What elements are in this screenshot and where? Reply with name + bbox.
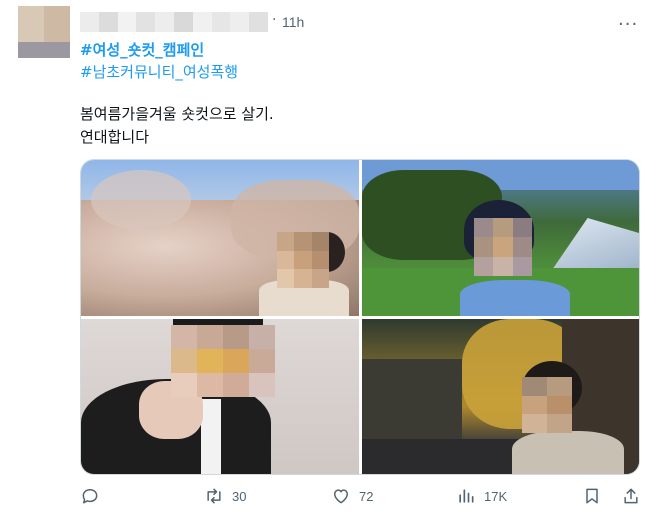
retweet-button[interactable]: 30 <box>204 486 246 506</box>
views-count: 17K <box>484 488 508 504</box>
hashtag-link[interactable]: #여성_숏컷_캠페인 <box>80 39 204 60</box>
retweet-icon <box>207 488 221 504</box>
share-icon <box>624 488 638 504</box>
media-grid <box>80 159 640 475</box>
retweet-count: 30 <box>232 488 247 504</box>
like-count: 72 <box>359 488 374 504</box>
bookmark-icon <box>586 488 598 504</box>
tweet-timestamp[interactable]: 11h <box>282 14 304 30</box>
photo-cherry-blossom[interactable] <box>81 160 359 316</box>
views-icon <box>459 489 474 503</box>
heart-icon <box>334 489 348 504</box>
tweet-text-line: 연대합니다 <box>80 128 150 146</box>
hashtag-link[interactable]: #남초커뮤니티_여성폭행 <box>80 61 238 82</box>
meta-separator: · <box>272 12 277 28</box>
share-button[interactable] <box>621 486 641 506</box>
face-pixelation <box>522 377 572 433</box>
tweet-actions: 30 72 17K <box>0 486 658 514</box>
photo-indoor[interactable] <box>81 319 359 474</box>
photo-autumn-street[interactable] <box>362 319 639 474</box>
tweet-text-line: 봄여름가을겨울 숏컷으로 살기. <box>80 105 274 123</box>
face-pixelation <box>171 325 275 397</box>
bookmark-button[interactable] <box>582 486 602 506</box>
more-options-icon[interactable]: ··· <box>618 14 638 35</box>
photo-park[interactable] <box>362 160 639 316</box>
reply-icon <box>82 489 98 504</box>
author-name-blurred[interactable] <box>80 12 268 32</box>
tweet-text: 봄여름가을겨울 숏컷으로 살기. 연대합니다 <box>80 103 274 149</box>
face-pixelation <box>474 218 532 276</box>
avatar[interactable] <box>18 6 70 58</box>
views-button[interactable]: 17K <box>456 486 507 506</box>
face-pixelation <box>277 232 329 288</box>
like-button[interactable]: 72 <box>331 486 373 506</box>
reply-button[interactable] <box>80 486 108 506</box>
